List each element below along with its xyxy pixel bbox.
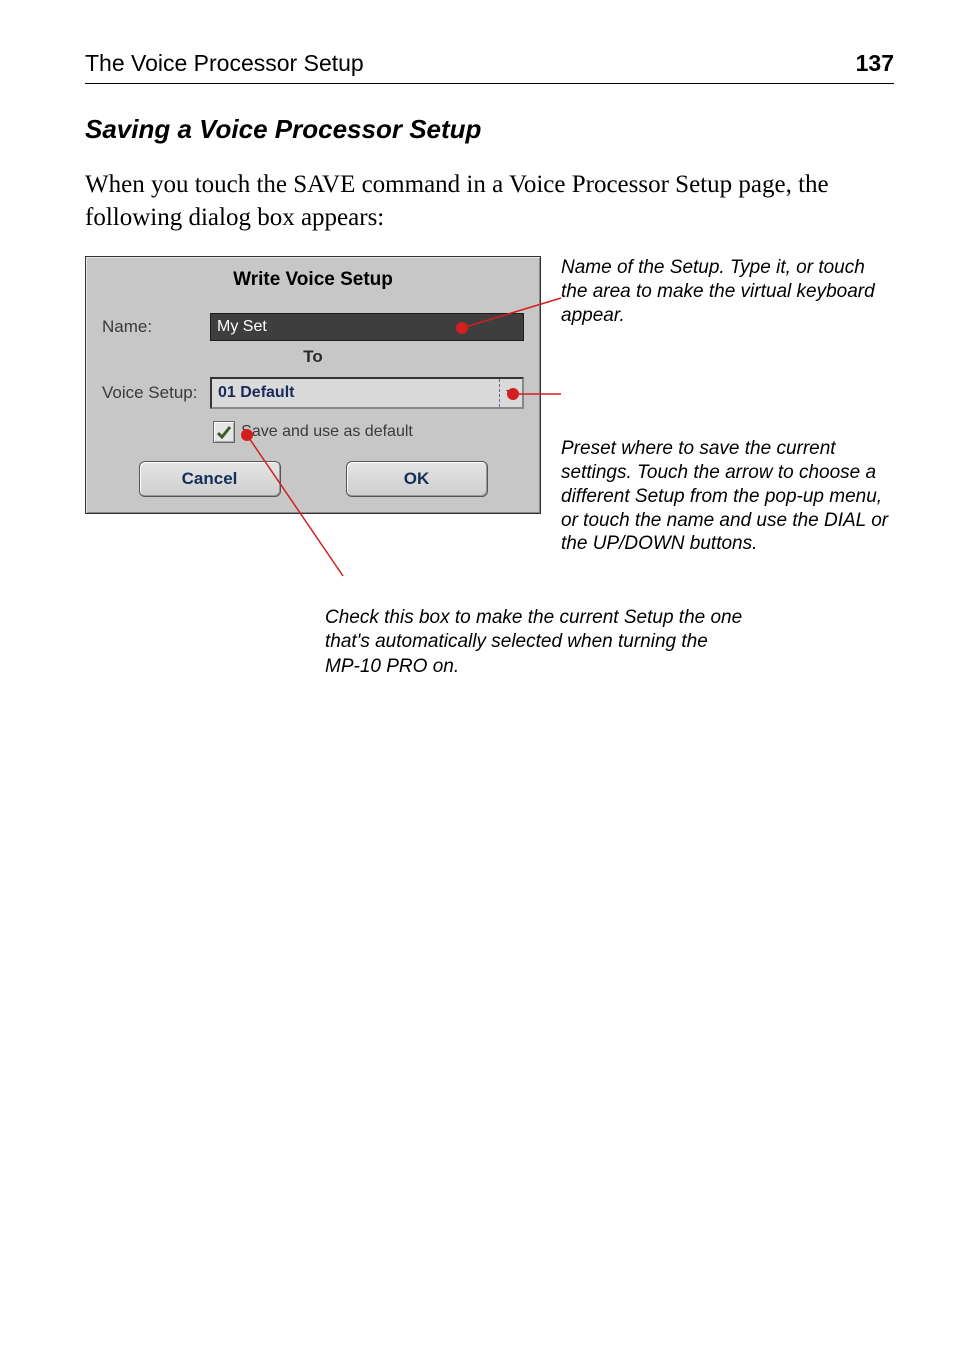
- name-input[interactable]: My Set: [210, 313, 524, 341]
- voice-setup-value: 01 Default: [212, 384, 499, 402]
- dialog-title: Write Voice Setup: [96, 269, 530, 291]
- ok-button[interactable]: OK: [346, 461, 488, 497]
- cancel-button[interactable]: Cancel: [139, 461, 281, 497]
- voice-setup-dropdown[interactable]: 01 Default: [210, 377, 524, 409]
- body-paragraph: When you touch the SAVE command in a Voi…: [85, 169, 894, 234]
- page-header: The Voice Processor Setup 137: [85, 50, 894, 77]
- section-title: Saving a Voice Processor Setup: [85, 114, 894, 145]
- page-number: 137: [856, 50, 894, 77]
- annotation-preset: Preset where to save the current setting…: [561, 437, 894, 556]
- write-voice-setup-dialog: Write Voice Setup Name: My Set To Voice …: [85, 256, 541, 514]
- to-label: To: [96, 347, 530, 367]
- header-rule: [85, 83, 894, 84]
- name-label: Name:: [102, 317, 210, 337]
- chevron-down-icon[interactable]: [499, 379, 522, 407]
- checkbox-label: Save and use as default: [241, 423, 413, 441]
- annotation-name: Name of the Setup. Type it, or touch the…: [561, 256, 894, 327]
- save-default-checkbox[interactable]: [213, 421, 235, 443]
- annotation-checkbox: Check this box to make the current Setup…: [325, 606, 745, 679]
- voice-setup-label: Voice Setup:: [102, 383, 210, 403]
- header-left: The Voice Processor Setup: [85, 50, 364, 77]
